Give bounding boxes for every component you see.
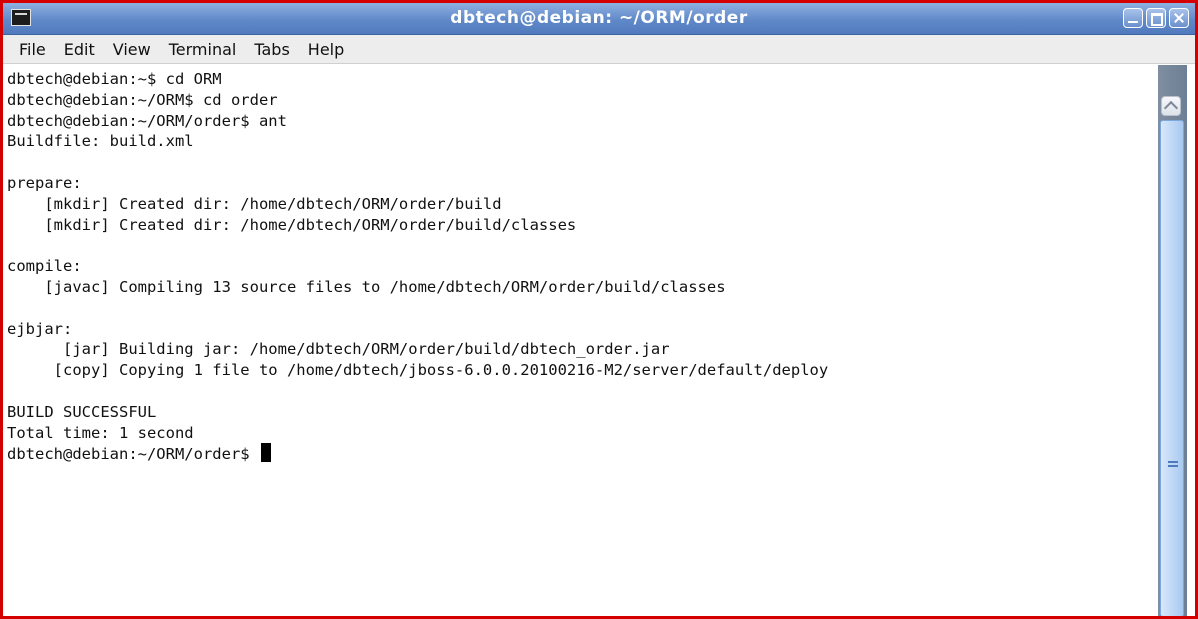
menu-help[interactable]: Help bbox=[302, 37, 350, 62]
terminal-line: ejbjar: bbox=[7, 319, 73, 338]
menu-tabs[interactable]: Tabs bbox=[248, 37, 295, 62]
terminal-line: [copy] Copying 1 file to /home/dbtech/jb… bbox=[7, 361, 829, 380]
minimize-icon[interactable] bbox=[1123, 8, 1143, 28]
maximize-icon[interactable] bbox=[1146, 8, 1166, 28]
close-icon[interactable] bbox=[1169, 8, 1189, 28]
terminal-line: dbtech@debian:~/ORM$ cd order bbox=[7, 90, 278, 109]
menu-bar: File Edit View Terminal Tabs Help bbox=[3, 35, 1195, 64]
grip-icon bbox=[1168, 461, 1178, 471]
terminal-line: compile: bbox=[7, 257, 82, 276]
scrollbar-thumb[interactable] bbox=[1160, 120, 1184, 616]
window-title: dbtech@debian: ~/ORM/order bbox=[450, 8, 748, 28]
menu-terminal[interactable]: Terminal bbox=[163, 37, 243, 62]
terminal-prompt: dbtech@debian:~/ORM/order$ bbox=[7, 445, 259, 464]
menu-file[interactable]: File bbox=[13, 37, 52, 62]
terminal-line: [mkdir] Created dir: /home/dbtech/ORM/or… bbox=[7, 215, 577, 234]
menu-edit[interactable]: Edit bbox=[58, 37, 101, 62]
terminal-line: Total time: 1 second bbox=[7, 423, 194, 442]
window-edge bbox=[1187, 65, 1195, 616]
terminal-line: [javac] Compiling 13 source files to /ho… bbox=[7, 277, 726, 296]
terminal-output[interactable]: dbtech@debian:~$ cd ORM dbtech@debian:~/… bbox=[3, 65, 1158, 616]
terminal-line: Buildfile: build.xml bbox=[7, 132, 194, 151]
scroll-up-icon[interactable] bbox=[1161, 96, 1181, 116]
terminal-cursor bbox=[260, 443, 271, 463]
terminal-line: dbtech@debian:~/ORM/order$ ant bbox=[7, 111, 287, 130]
terminal-text: dbtech@debian:~$ cd ORM dbtech@debian:~/… bbox=[3, 65, 1158, 465]
terminal-line: dbtech@debian:~$ cd ORM bbox=[7, 70, 222, 88]
window-controls bbox=[1123, 8, 1189, 28]
terminal-window: dbtech@debian: ~/ORM/order File Edit Vie… bbox=[0, 0, 1198, 619]
terminal-line: [mkdir] Created dir: /home/dbtech/ORM/or… bbox=[7, 194, 502, 213]
terminal-line: BUILD SUCCESSFUL bbox=[7, 402, 157, 421]
title-bar[interactable]: dbtech@debian: ~/ORM/order bbox=[3, 3, 1195, 35]
terminal-line: prepare: bbox=[7, 173, 82, 192]
vertical-scrollbar[interactable] bbox=[1158, 65, 1187, 616]
menu-view[interactable]: View bbox=[107, 37, 157, 62]
terminal-line: [jar] Building jar: /home/dbtech/ORM/ord… bbox=[7, 340, 670, 359]
